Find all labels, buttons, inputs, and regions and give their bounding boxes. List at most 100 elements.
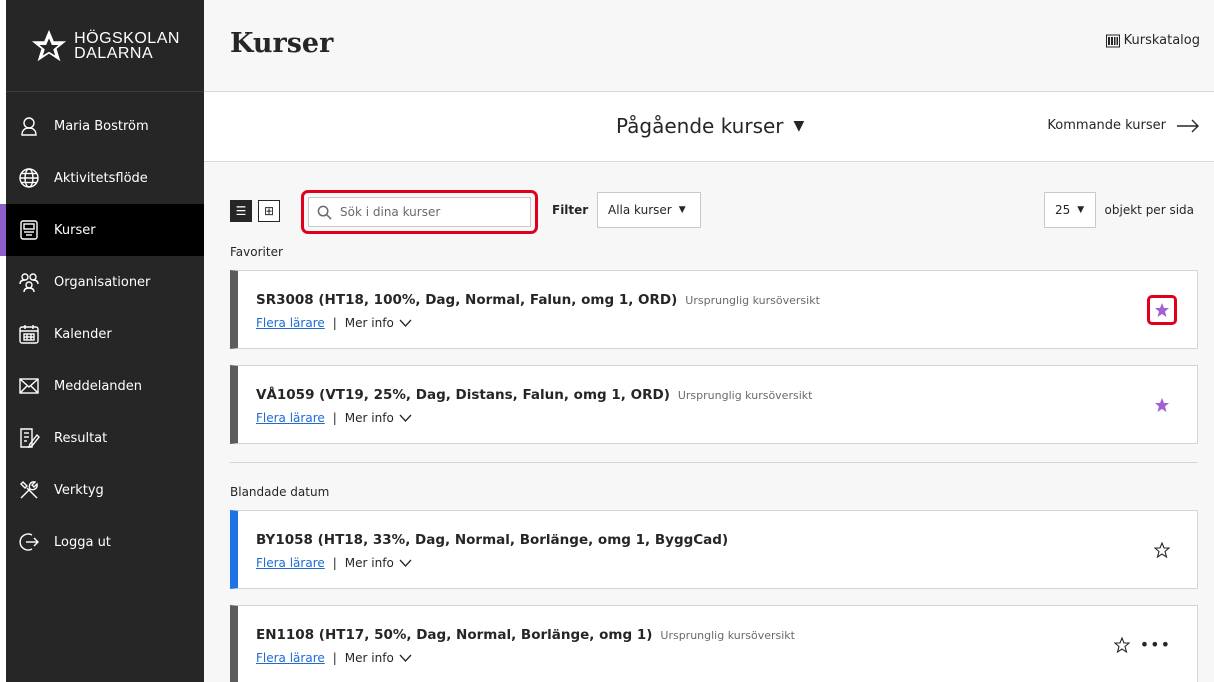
search-input[interactable] (340, 205, 510, 219)
chevron-down-icon (399, 559, 412, 567)
course-card[interactable]: VÅ1059 (VT19, 25%, Dag, Distans, Falun, … (230, 365, 1198, 444)
section-divider (230, 462, 1198, 463)
caret-down-icon: ▼ (1077, 205, 1085, 215)
separator: | (332, 651, 337, 665)
course-subtitle: Ursprunglig kursöversikt (677, 389, 813, 402)
page-title: Kurser (230, 28, 334, 59)
sidebar-item-label: Meddelanden (54, 378, 143, 394)
course-code: VÅ1059 (VT19, 25%, Dag, Distans, Falun, … (256, 387, 670, 403)
course-code: EN1108 (HT17, 50%, Dag, Normal, Borlänge… (256, 627, 653, 643)
course-card[interactable]: BY1058 (HT18, 33%, Dag, Normal, Borlänge… (230, 510, 1198, 589)
course-code: SR3008 (HT18, 100%, Dag, Normal, Falun, … (256, 292, 678, 308)
logo-text: HÖGSKOLAN DALARNA (74, 29, 180, 62)
sidebar-item-messages[interactable]: Meddelanden (6, 360, 204, 412)
star-filled-icon (1155, 303, 1169, 317)
course-subtitle: Ursprunglig kursöversikt (685, 294, 820, 307)
more-info-label: Mer info (344, 316, 394, 330)
sidebar-item-activity[interactable]: Aktivitetsflöde (6, 152, 204, 204)
star-logo-icon (31, 29, 67, 61)
per-page-dropdown[interactable]: 25 ▼ (1044, 192, 1096, 228)
next-term-label: Kommande kurser (1047, 118, 1166, 133)
course-code: BY1058 (HT18, 33%, Dag, Normal, Borlänge… (256, 532, 729, 548)
more-info-toggle[interactable]: Mer info (345, 651, 412, 665)
university-logo[interactable]: HÖGSKOLAN DALARNA (6, 0, 204, 92)
teachers-link[interactable]: Flera lärare (256, 556, 325, 570)
course-card[interactable]: EN1108 (HT17, 50%, Dag, Normal, Borlänge… (230, 605, 1198, 682)
courses-icon (18, 219, 40, 241)
course-title[interactable]: VÅ1059 (VT19, 25%, Dag, Distans, Falun, … (256, 387, 812, 403)
filter-value: Alla kurser (608, 203, 672, 217)
favorite-star-button[interactable] (1151, 394, 1173, 416)
next-term-link[interactable]: Kommande kurser (1047, 118, 1200, 133)
chevron-down-icon (399, 654, 412, 662)
sidebar-item-grades[interactable]: Resultat (6, 412, 204, 464)
user-icon (18, 115, 40, 137)
sidebar-item-courses[interactable]: Kurser (0, 204, 204, 256)
logo-line-1: HÖGSKOLAN (74, 29, 180, 47)
caret-down-icon: ▼ (678, 205, 686, 215)
course-title[interactable]: EN1108 (HT17, 50%, Dag, Normal, Borlänge… (256, 627, 795, 643)
favorite-star-button[interactable] (1151, 539, 1173, 561)
sidebar-item-organizations[interactable]: Organisationer (6, 256, 204, 308)
sidebar-item-label: Organisationer (54, 274, 151, 290)
course-meta: Flera lärare | Mer info (256, 411, 412, 425)
term-bar: Pågående kurser ▼ Kommande kurser (204, 92, 1214, 162)
more-info-label: Mer info (344, 411, 394, 425)
grid-view-button[interactable]: ⊞ (258, 200, 280, 222)
course-subtitle: Ursprunglig kursöversikt (660, 629, 795, 642)
course-meta: Flera lärare | Mer info (256, 556, 412, 570)
calendar-icon (18, 323, 40, 345)
course-meta: Flera lärare | Mer info (256, 651, 412, 665)
favorite-star-button[interactable] (1147, 295, 1177, 325)
sidebar-item-logout[interactable]: Logga ut (6, 516, 204, 568)
course-title[interactable]: SR3008 (HT18, 100%, Dag, Normal, Falun, … (256, 292, 820, 308)
filter-label: Filter (552, 203, 589, 217)
sidebar-item-label: Logga ut (54, 534, 111, 550)
favorite-star-button[interactable] (1111, 634, 1133, 656)
sidebar-nav: Maria Boström Aktivitetsflöde Kurser Org… (0, 100, 204, 568)
course-card[interactable]: SR3008 (HT18, 100%, Dag, Normal, Falun, … (230, 270, 1198, 349)
teachers-link[interactable]: Flera lärare (256, 411, 325, 425)
list-toolbar: ☰ ⊞ Filter Alla kurser ▼ 25 ▼ objekt per… (230, 190, 1202, 234)
filter-dropdown[interactable]: Alla kurser ▼ (597, 192, 701, 228)
sidebar-item-label: Kurser (54, 222, 96, 238)
chevron-down-icon (399, 414, 412, 422)
list-view-button[interactable]: ☰ (230, 200, 252, 222)
catalog-label: Kurskatalog (1123, 33, 1200, 48)
star-outline-icon (1154, 542, 1170, 558)
more-info-label: Mer info (344, 651, 394, 665)
more-info-label: Mer info (344, 556, 394, 570)
more-options-icon[interactable]: ••• (1140, 635, 1171, 654)
mixed-dates-heading: Blandade datum (230, 485, 330, 499)
sidebar-item-label: Kalender (54, 326, 112, 342)
arrow-right-icon (1177, 119, 1199, 132)
logo-line-2: DALARNA (74, 44, 154, 62)
star-filled-icon (1155, 398, 1169, 412)
sidebar-item-profile[interactable]: Maria Boström (6, 100, 204, 152)
separator: | (332, 411, 337, 425)
term-dropdown[interactable]: Pågående kurser ▼ (616, 114, 804, 138)
course-catalog-link[interactable]: Kurskatalog (1105, 33, 1200, 48)
teachers-link[interactable]: Flera lärare (256, 651, 325, 665)
teachers-link[interactable]: Flera lärare (256, 316, 325, 330)
more-info-toggle[interactable]: Mer info (345, 556, 412, 570)
course-title[interactable]: BY1058 (HT18, 33%, Dag, Normal, Borlänge… (256, 532, 728, 548)
per-page-label: objekt per sida (1104, 203, 1194, 217)
list-icon: ☰ (235, 204, 247, 218)
logout-icon (18, 531, 40, 553)
more-info-toggle[interactable]: Mer info (345, 411, 412, 425)
search-icon (317, 205, 332, 220)
sidebar-item-label: Maria Boström (54, 118, 149, 134)
page-header: Kurser Kurskatalog (204, 0, 1214, 92)
globe-icon (18, 167, 40, 189)
sidebar-item-label: Verktyg (54, 482, 104, 498)
catalog-icon (1105, 34, 1120, 47)
favorites-heading: Favoriter (230, 245, 283, 259)
sidebar-item-calendar[interactable]: Kalender (6, 308, 204, 360)
grades-icon (18, 427, 40, 449)
sidebar-item-tools[interactable]: Verktyg (6, 464, 204, 516)
tools-icon (18, 479, 40, 501)
more-info-toggle[interactable]: Mer info (345, 316, 412, 330)
organizations-icon (18, 271, 40, 293)
main-content: Kurser Kurskatalog Pågående kurser ▼ Kom… (204, 0, 1214, 682)
